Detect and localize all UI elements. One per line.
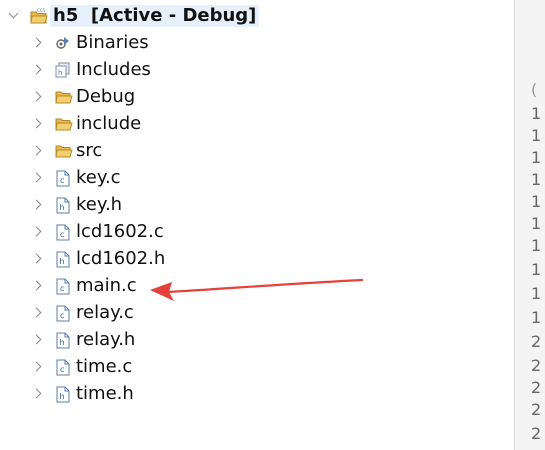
tree-item-label: lcd1602.h <box>76 248 166 269</box>
tree-item-label: include <box>76 113 142 134</box>
line-number: 1 <box>531 260 542 279</box>
tree-item-label: key.h <box>76 194 123 215</box>
folder-icon <box>55 116 73 132</box>
expand-chevron-icon[interactable] <box>31 118 42 129</box>
tree-item-include-folder[interactable]: include <box>0 113 510 139</box>
tree-item-key-c[interactable]: c key.c <box>0 167 510 193</box>
c-source-file-icon: c <box>56 278 72 295</box>
tree-item-includes[interactable]: h Includes <box>0 59 510 85</box>
project-explorer-tree: CCS h5 [Active - Debug] Binaries h Inclu… <box>0 0 514 450</box>
expand-chevron-icon[interactable] <box>31 226 42 237</box>
tree-item-label: src <box>76 140 103 161</box>
expand-chevron-icon[interactable] <box>31 172 42 183</box>
svg-text:c: c <box>60 176 64 185</box>
c-header-file-icon: h <box>56 251 72 268</box>
svg-text:h: h <box>60 257 65 266</box>
expand-chevron-icon[interactable] <box>31 64 42 75</box>
line-number: 2 <box>531 356 542 375</box>
svg-text:CCS: CCS <box>37 8 46 13</box>
expand-chevron-icon[interactable] <box>31 145 42 156</box>
project-title: h5 [Active - Debug] <box>50 5 260 27</box>
tree-item-key-h[interactable]: h key.h <box>0 194 510 220</box>
c-header-file-icon: h <box>56 197 72 214</box>
c-source-file-icon: c <box>56 224 72 241</box>
gutter-fragment: ( <box>531 80 538 99</box>
tree-item-main-c[interactable]: c main.c <box>0 275 510 301</box>
folder-icon <box>55 89 73 105</box>
line-number: 2 <box>531 378 542 397</box>
line-number: 2 <box>531 400 542 419</box>
line-number: 1 <box>531 192 542 211</box>
expand-chevron-icon[interactable] <box>31 91 42 102</box>
includes-icon: h <box>55 62 71 78</box>
tree-item-label: relay.h <box>76 329 136 350</box>
svg-text:h: h <box>60 392 65 401</box>
editor-line-number-gutter: ( 1 1 1 1 1 1 1 1 1 1 2 2 2 2 2 <box>515 0 545 450</box>
tree-item-binaries[interactable]: Binaries <box>0 32 510 58</box>
tree-item-label: time.h <box>76 383 134 404</box>
tree-item-debug-folder[interactable]: Debug <box>0 86 510 112</box>
line-number: 2 <box>531 332 542 351</box>
c-source-file-icon: c <box>56 170 72 187</box>
c-source-file-icon: c <box>56 305 72 322</box>
expand-chevron-icon[interactable] <box>31 253 42 264</box>
svg-text:h: h <box>58 69 62 77</box>
project-build-config: [Active - Debug] <box>90 5 257 26</box>
tree-item-label: lcd1602.c <box>76 221 164 242</box>
project-icon: CCS <box>30 8 48 24</box>
tree-item-label: Debug <box>76 86 136 107</box>
svg-text:c: c <box>60 311 64 320</box>
collapse-chevron-icon[interactable] <box>8 8 19 19</box>
tree-item-relay-h[interactable]: h relay.h <box>0 329 510 355</box>
eclipse-window: CCS h5 [Active - Debug] Binaries h Inclu… <box>0 0 545 450</box>
project-name: h5 <box>53 5 79 26</box>
line-number: 1 <box>531 126 542 145</box>
line-number: 1 <box>531 214 542 233</box>
line-number: 1 <box>531 104 542 123</box>
tree-item-label: key.c <box>76 167 121 188</box>
tree-item-label: Includes <box>76 59 151 80</box>
c-source-file-icon: c <box>56 359 72 376</box>
line-number: 1 <box>531 170 542 189</box>
line-number: 1 <box>531 308 542 327</box>
tree-root-project[interactable]: CCS h5 [Active - Debug] <box>0 5 510 31</box>
svg-text:c: c <box>60 284 64 293</box>
tree-item-label: time.c <box>76 356 133 377</box>
tree-item-label: relay.c <box>76 302 134 323</box>
expand-chevron-icon[interactable] <box>31 334 42 345</box>
tree-item-lcd1602-h[interactable]: h lcd1602.h <box>0 248 510 274</box>
folder-icon <box>55 143 73 159</box>
line-number: 1 <box>531 148 542 167</box>
expand-chevron-icon[interactable] <box>31 37 42 48</box>
svg-text:h: h <box>60 203 65 212</box>
svg-text:h: h <box>60 338 65 347</box>
expand-chevron-icon[interactable] <box>31 307 42 318</box>
c-header-file-icon: h <box>56 386 72 403</box>
tree-item-label: Binaries <box>76 32 149 53</box>
svg-text:c: c <box>60 230 64 239</box>
expand-chevron-icon[interactable] <box>31 361 42 372</box>
tree-item-src-folder[interactable]: src <box>0 140 510 166</box>
expand-chevron-icon[interactable] <box>31 388 42 399</box>
tree-item-time-c[interactable]: c time.c <box>0 356 510 382</box>
binaries-icon <box>55 35 71 51</box>
expand-chevron-icon[interactable] <box>31 280 42 291</box>
line-number: 1 <box>531 284 542 303</box>
c-header-file-icon: h <box>56 332 72 349</box>
expand-chevron-icon[interactable] <box>31 199 42 210</box>
line-number: 1 <box>531 236 542 255</box>
svg-text:c: c <box>60 365 64 374</box>
tree-item-time-h[interactable]: h time.h <box>0 383 510 409</box>
tree-item-relay-c[interactable]: c relay.c <box>0 302 510 328</box>
line-number: 2 <box>531 424 542 443</box>
tree-item-lcd1602-c[interactable]: c lcd1602.c <box>0 221 510 247</box>
tree-item-label: main.c <box>76 275 137 296</box>
